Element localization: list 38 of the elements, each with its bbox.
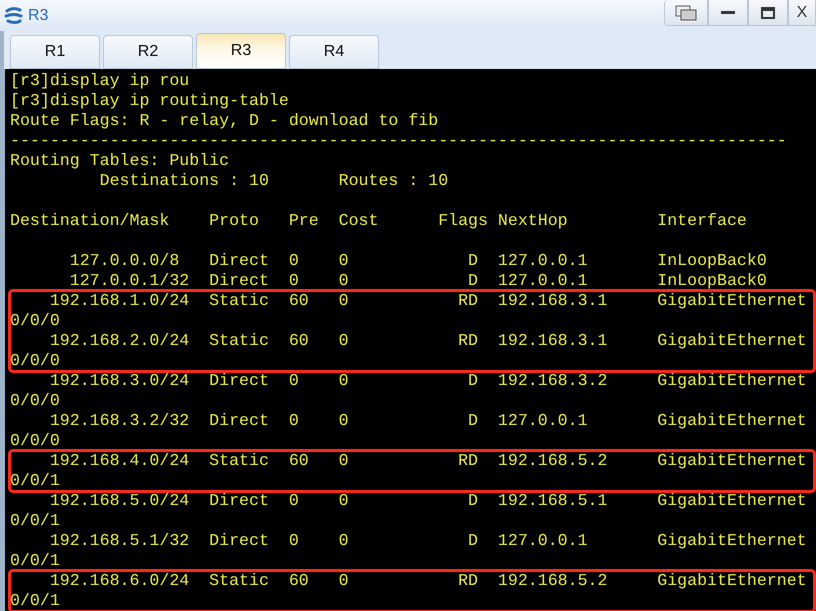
maximize-icon [761, 6, 775, 18]
terminal-line: 0/0/1 [10, 591, 61, 611]
terminal-line: 192.168.3.0/24 Direct 0 0 D 192.168.3.2 GigabitEthernet [48, 371, 808, 391]
tab[interactable]: R2 [103, 35, 193, 69]
terminal-line: Destination/Mask Proto Pre Cost Flags NextHop Interface [10, 211, 748, 231]
terminal-line: 0/0/1 [10, 471, 61, 491]
terminal-line: 192.168.2.0/24 Static 60 0 RD 192.168.3.1 GigabitEthernet [48, 331, 808, 351]
terminal-line: 0/0/0 [10, 391, 61, 411]
minimize-icon [721, 10, 735, 14]
window-title: R3 [28, 6, 48, 26]
restore-icon [675, 4, 697, 20]
maximize-button[interactable] [748, 0, 788, 26]
restore-button[interactable] [664, 0, 708, 26]
terminal-line: 192.168.6.0/24 Static 60 0 RD 192.168.5.2 GigabitEthernet [48, 571, 808, 591]
terminal-line: Route Flags: R - relay, D - download to fib [10, 111, 440, 131]
close-button[interactable]: X [788, 0, 816, 26]
terminal-line: 192.168.1.0/24 Static 60 0 RD 192.168.3.1 GigabitEthernet [48, 291, 808, 311]
terminal-line: 192.168.4.0/24 Static 60 0 RD 192.168.5.2 GigabitEthernet [48, 451, 808, 471]
minimize-button[interactable] [708, 0, 748, 26]
terminal-line: 192.168.5.1/32 Direct 0 0 D 127.0.0.1 GigabitEthernet [48, 531, 808, 551]
terminal-line: Routing Tables: Public [10, 151, 230, 171]
terminal-line: 127.0.0.1/32 Direct 0 0 D 127.0.0.1 InLoopBack0 [68, 271, 768, 291]
terminal-line: 0/0/0 [10, 311, 61, 331]
terminal-line: Destinations : 10 Routes : 10 [98, 171, 450, 191]
terminal-line: 192.168.3.2/32 Direct 0 0 D 127.0.0.1 GigabitEthernet [48, 411, 808, 431]
tab[interactable]: R4 [289, 35, 379, 69]
terminal-line: 127.0.0.0/8 Direct 0 0 D 127.0.0.1 InLoopBack0 [68, 251, 768, 271]
terminal-line: 0/0/1 [10, 511, 61, 531]
app-icon [4, 6, 24, 26]
terminal-line: ------------------------------------------------------------------------------ [10, 131, 788, 151]
terminal-line: [r3]display ip routing-table [10, 91, 290, 111]
terminal-line: 0/0/0 [10, 351, 61, 371]
tab[interactable]: R3 [196, 33, 286, 69]
terminal-line: 0/0/1 [10, 551, 61, 571]
terminal-line: 0/0/0 [10, 431, 61, 451]
terminal-line: [r3]display ip rou [10, 71, 190, 91]
tab[interactable]: R1 [10, 35, 100, 69]
terminal-line: 192.168.5.0/24 Direct 0 0 D 192.168.5.1 GigabitEthernet [48, 491, 808, 511]
